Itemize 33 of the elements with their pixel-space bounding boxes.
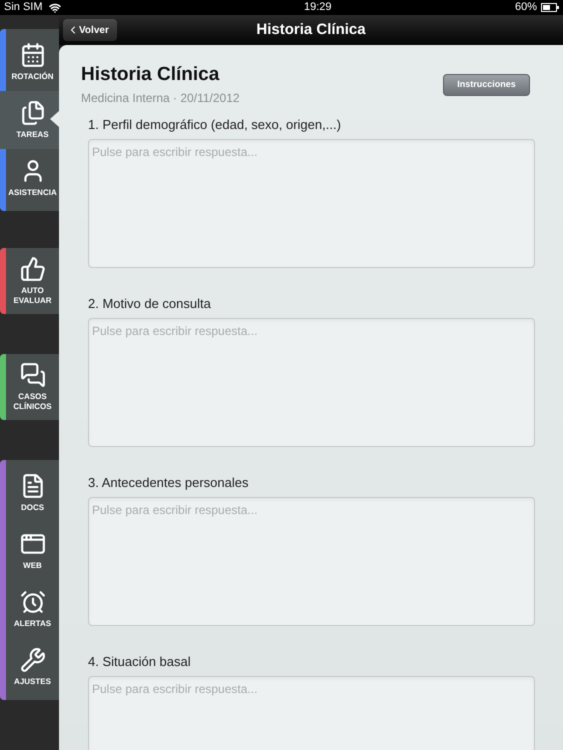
question-label: 3. Antecedentes personales (88, 474, 250, 492)
sidebar-tab[interactable]: DOCS (0, 464, 59, 522)
answer-field[interactable]: Pulse para escribir respuesta... (88, 676, 535, 750)
sidebar-tab[interactable]: AJUSTES (0, 638, 59, 696)
back-button[interactable]: Volver (63, 19, 117, 41)
sidebar-tab[interactable]: AUTO EVALUAR (0, 252, 59, 310)
question-label: 2. Motivo de consulta (88, 295, 212, 313)
clock-text: 19:29 (304, 0, 332, 16)
page-title: Historia Clínica (81, 63, 220, 87)
sidebar-tab[interactable]: CASOS CLÍNICOS (0, 358, 59, 416)
sidebar-tab[interactable]: TAREAS (0, 91, 59, 149)
carrier-text: Sin SIM (4, 0, 43, 16)
answer-field[interactable]: Pulse para escribir respuesta... (88, 318, 535, 447)
navigation-title: Historia Clínica (256, 20, 366, 40)
thumbs-up-icon (20, 256, 46, 282)
instructions-button[interactable]: Instrucciones (443, 74, 530, 96)
battery-icon (540, 3, 559, 12)
battery-text: 60% (514, 0, 537, 16)
alarm-clock-icon (20, 589, 46, 615)
page-subtitle: Medicina Interna · 20/11/2012 (81, 90, 240, 107)
calendar-icon (20, 42, 46, 68)
tools-icon (20, 647, 46, 673)
wifi-icon (48, 2, 61, 14)
sidebar-tab[interactable]: ROTACIÓN (0, 33, 59, 91)
sidebar-tab[interactable]: WEB (0, 522, 59, 580)
sidebar-tab[interactable]: ALERTAS (0, 580, 59, 638)
documents-icon (20, 100, 46, 126)
question-label: 4. Situación basal (88, 653, 192, 671)
answer-field[interactable]: Pulse para escribir respuesta... (88, 497, 535, 626)
sidebar-tab[interactable]: ASISTENCIA (0, 149, 59, 207)
chat-bubbles-icon (20, 362, 46, 388)
answer-field[interactable]: Pulse para escribir respuesta... (88, 139, 535, 268)
question-label: 1. Perfil demográfico (edad, sexo, origen,...) (88, 116, 342, 134)
